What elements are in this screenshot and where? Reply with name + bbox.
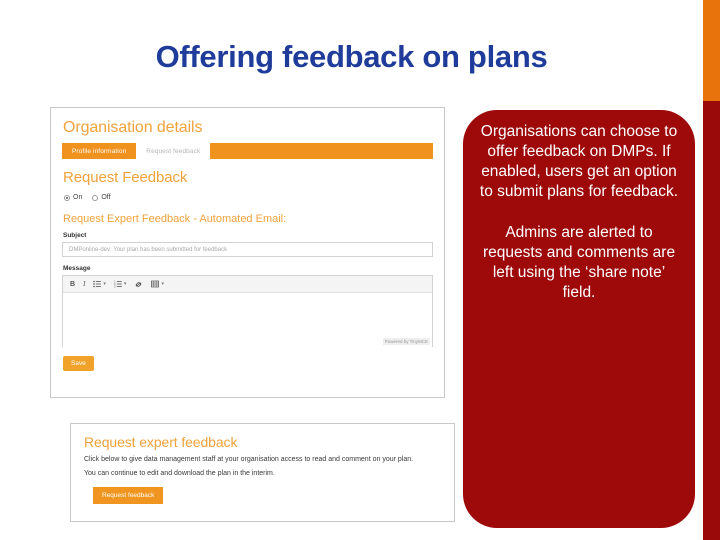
subject-label: Subject — [63, 232, 87, 239]
radio-on-label: On — [73, 194, 83, 201]
tab-request-feedback[interactable]: Request feedback — [136, 143, 211, 159]
message-editor: B I ▾ 123 ▾ ▾ Powered by TinyMCE — [62, 275, 433, 347]
request-feedback-heading: Request Feedback — [63, 169, 188, 186]
bold-icon[interactable]: B — [70, 281, 75, 288]
expert-feedback-heading: Request expert feedback — [84, 434, 238, 450]
automated-email-heading: Request Expert Feedback - Automated Emai… — [63, 213, 287, 225]
message-textarea[interactable]: Powered by TinyMCE — [63, 293, 432, 347]
bullet-list-caret-icon[interactable]: ▾ — [103, 281, 106, 287]
expert-feedback-paragraph-2: You can continue to edit and download th… — [84, 470, 275, 478]
bullet-list-icon[interactable]: ▾ — [93, 280, 106, 288]
decor-bar-orange — [703, 0, 720, 101]
numbered-list-caret-icon[interactable]: ▾ — [124, 281, 127, 287]
feedback-toggle-group: On Off — [64, 194, 433, 201]
callout-paragraph-1: Organisations can choose to offer feedba… — [479, 123, 679, 201]
subject-input[interactable]: DMPonline-dev: Your plan has been submit… — [62, 242, 433, 257]
org-details-screenshot: Organisation details Profile information… — [50, 107, 445, 398]
table-icon[interactable]: ▾ — [151, 280, 164, 288]
italic-icon[interactable]: I — [83, 280, 85, 288]
numbered-list-icon[interactable]: 123 ▾ — [114, 280, 127, 288]
callout-paragraph-2: Admins are alerted to requests and comme… — [482, 223, 676, 301]
message-label: Message — [63, 265, 91, 272]
org-tab-bar: Profile information Request feedback — [62, 143, 433, 159]
tinymce-credit: Powered by TinyMCE — [382, 338, 430, 345]
radio-on-icon — [64, 194, 70, 201]
save-button[interactable]: Save — [63, 356, 94, 371]
radio-off-icon — [92, 194, 99, 201]
radio-off[interactable]: Off — [92, 194, 111, 201]
request-feedback-button[interactable]: Request feedback — [93, 486, 164, 504]
callout-spacer — [479, 203, 679, 223]
page-title: Offering feedback on plans — [155, 39, 548, 74]
editor-toolbar: B I ▾ 123 ▾ ▾ — [63, 276, 432, 293]
svg-text:3: 3 — [114, 284, 116, 288]
radio-off-label: Off — [101, 194, 111, 201]
link-icon[interactable] — [134, 280, 143, 289]
radio-on[interactable]: On — [64, 194, 82, 201]
tab-profile-information[interactable]: Profile information — [62, 143, 136, 159]
expert-feedback-paragraph-1: Click below to give data management staf… — [84, 456, 414, 463]
request-expert-feedback-screenshot: Request expert feedback Click below to g… — [70, 423, 455, 522]
callout-panel: Organisations can choose to offer feedba… — [463, 110, 695, 528]
org-details-heading: Organisation details — [63, 119, 203, 136]
decor-bar-red — [703, 101, 720, 540]
table-caret-icon[interactable]: ▾ — [161, 281, 164, 287]
